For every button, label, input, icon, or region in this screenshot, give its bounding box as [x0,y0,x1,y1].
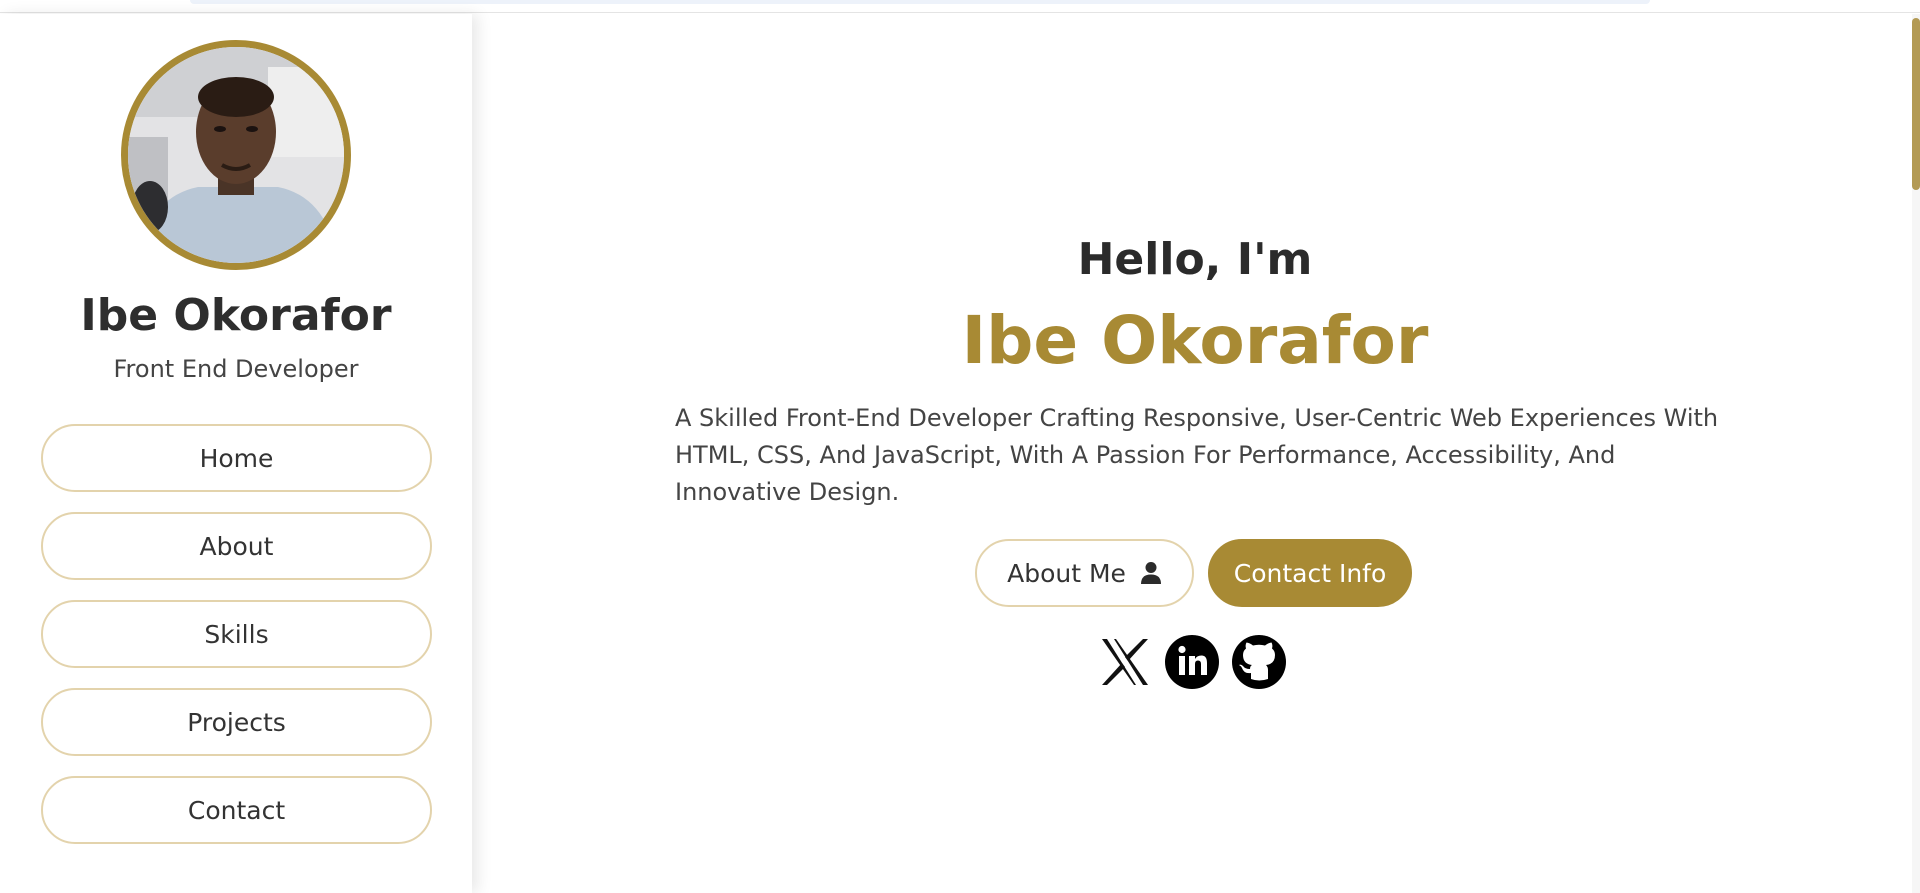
hero-section: Hello, I'm Ibe Okorafor A Skilled Front-… [472,14,1920,893]
profile-name: Ibe Okorafor [80,290,392,341]
linkedin-icon[interactable] [1164,634,1220,690]
x-twitter-icon[interactable] [1097,634,1153,690]
github-icon[interactable] [1231,634,1287,690]
hero-name: Ibe Okorafor [961,302,1429,379]
browser-top-strip [0,0,1920,13]
nav-item-skills[interactable]: Skills [41,600,432,668]
hero-greeting: Hello, I'm [1077,234,1313,285]
scrollbar-thumb[interactable] [1912,18,1920,190]
profile-avatar [121,40,351,270]
hero-description: A Skilled Front-End Developer Crafting R… [675,404,1719,506]
nav-item-projects[interactable]: Projects [41,688,432,756]
profile-photo [128,47,344,263]
nav-item-contact[interactable]: Contact [41,776,432,844]
address-bar-edge [190,0,1650,4]
contact-info-button[interactable]: Contact Info [1208,539,1412,607]
nav-item-home[interactable]: Home [41,424,432,492]
user-icon [1140,561,1162,585]
about-me-button[interactable]: About Me [975,539,1194,607]
profile-role: Front End Developer [113,355,359,383]
contact-info-button-label: Contact Info [1233,558,1387,588]
nav-item-about[interactable]: About [41,512,432,580]
sidebar: Ibe Okorafor Front End Developer Home Ab… [0,14,472,893]
sidebar-nav: Home About Skills Projects Contact [41,424,432,864]
about-me-button-label: About Me [1007,558,1126,588]
